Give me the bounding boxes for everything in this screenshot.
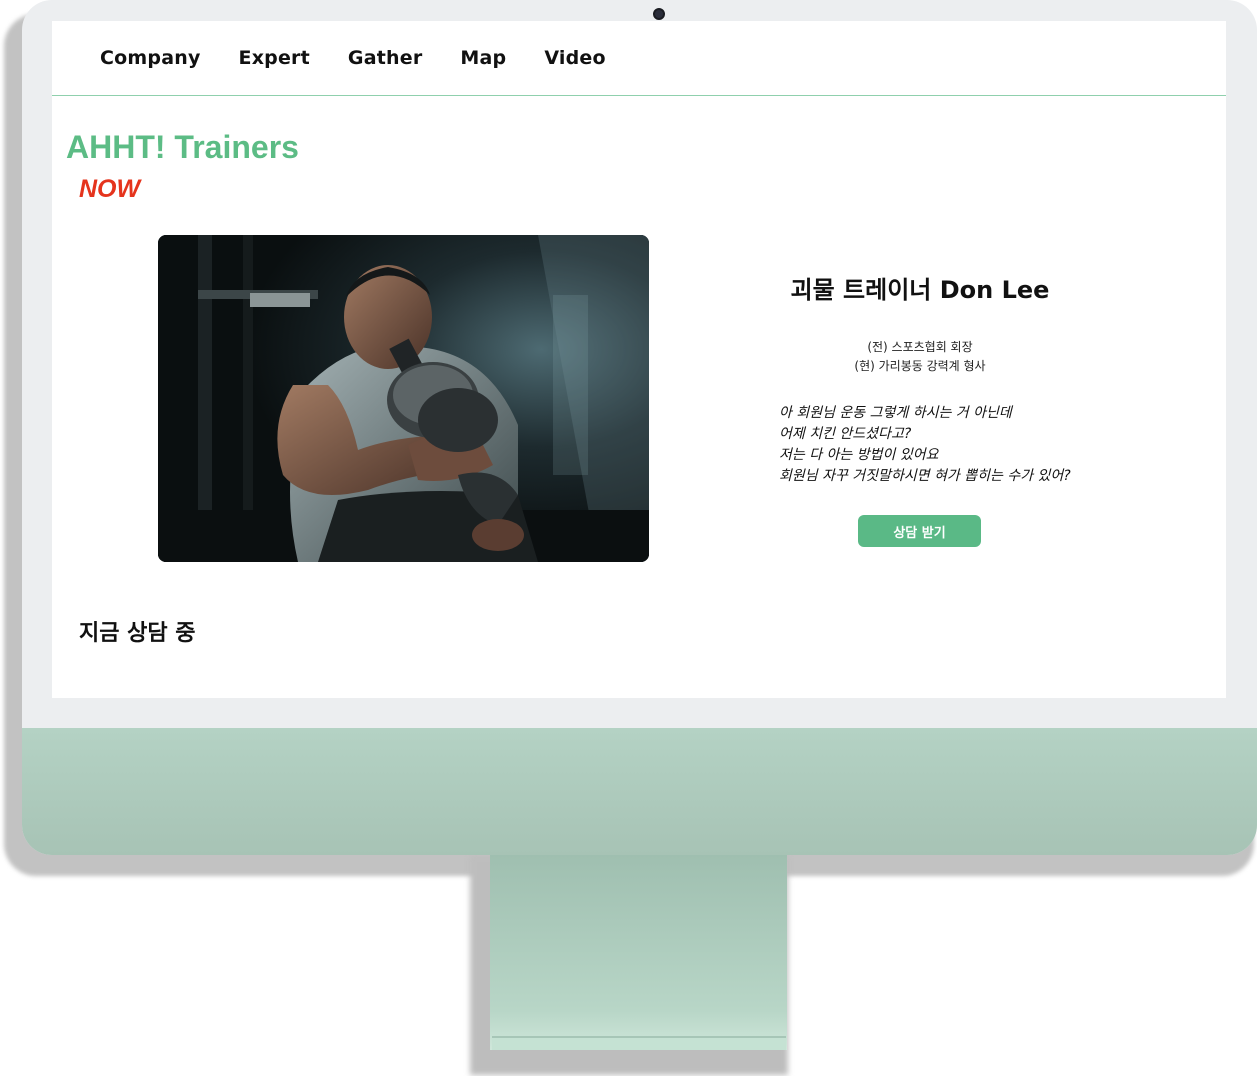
nav-item-map[interactable]: Map bbox=[460, 47, 506, 69]
trainer-name: 괴물 트레이너 Don Lee bbox=[790, 276, 1050, 304]
trainer-credentials: (전) 스포츠협회 회장 (현) 가리봉동 강력계 형사 bbox=[772, 338, 1068, 376]
credential-line: (현) 가리봉동 강력계 형사 bbox=[854, 359, 986, 373]
screen: Company Expert Gather Map Video AHHT! Tr… bbox=[52, 21, 1226, 698]
credential-line: (전) 스포츠협회 회장 bbox=[867, 340, 973, 354]
nav-item-video[interactable]: Video bbox=[544, 47, 605, 69]
nav-item-expert[interactable]: Expert bbox=[239, 47, 310, 69]
section-title-consulting-now: 지금 상담 중 bbox=[79, 621, 196, 646]
quote-line: 회원님 자꾸 거짓말하시면 혀가 뽑히는 수가 있어? bbox=[779, 468, 1071, 484]
quote-line: 저는 다 아는 방법이 있어요 bbox=[779, 447, 939, 463]
monitor-frame: Company Expert Gather Map Video AHHT! Tr… bbox=[22, 0, 1257, 855]
consult-button[interactable]: 상담 받기 bbox=[858, 515, 981, 547]
nav-item-company[interactable]: Company bbox=[100, 47, 201, 69]
monitor-stand-foot bbox=[492, 1036, 786, 1050]
trainer-quote: 아 회원님 운동 그렇게 하시는 거 아닌데 어제 치킨 안드셨다고? 저는 다… bbox=[779, 403, 1139, 487]
now-badge: NOW bbox=[79, 175, 141, 203]
nav-item-gather[interactable]: Gather bbox=[348, 47, 422, 69]
trainer-photo-illustration bbox=[158, 235, 649, 562]
camera-icon bbox=[653, 8, 665, 20]
brand-title: AHHT! Trainers bbox=[66, 129, 299, 165]
monitor-stand bbox=[490, 855, 787, 1050]
quote-line: 아 회원님 운동 그렇게 하시는 거 아닌데 bbox=[779, 405, 1012, 421]
quote-line: 어제 치킨 안드셨다고? bbox=[779, 426, 912, 442]
top-navigation: Company Expert Gather Map Video bbox=[52, 21, 1226, 96]
monitor-chin bbox=[22, 728, 1257, 855]
trainer-photo bbox=[158, 235, 649, 562]
